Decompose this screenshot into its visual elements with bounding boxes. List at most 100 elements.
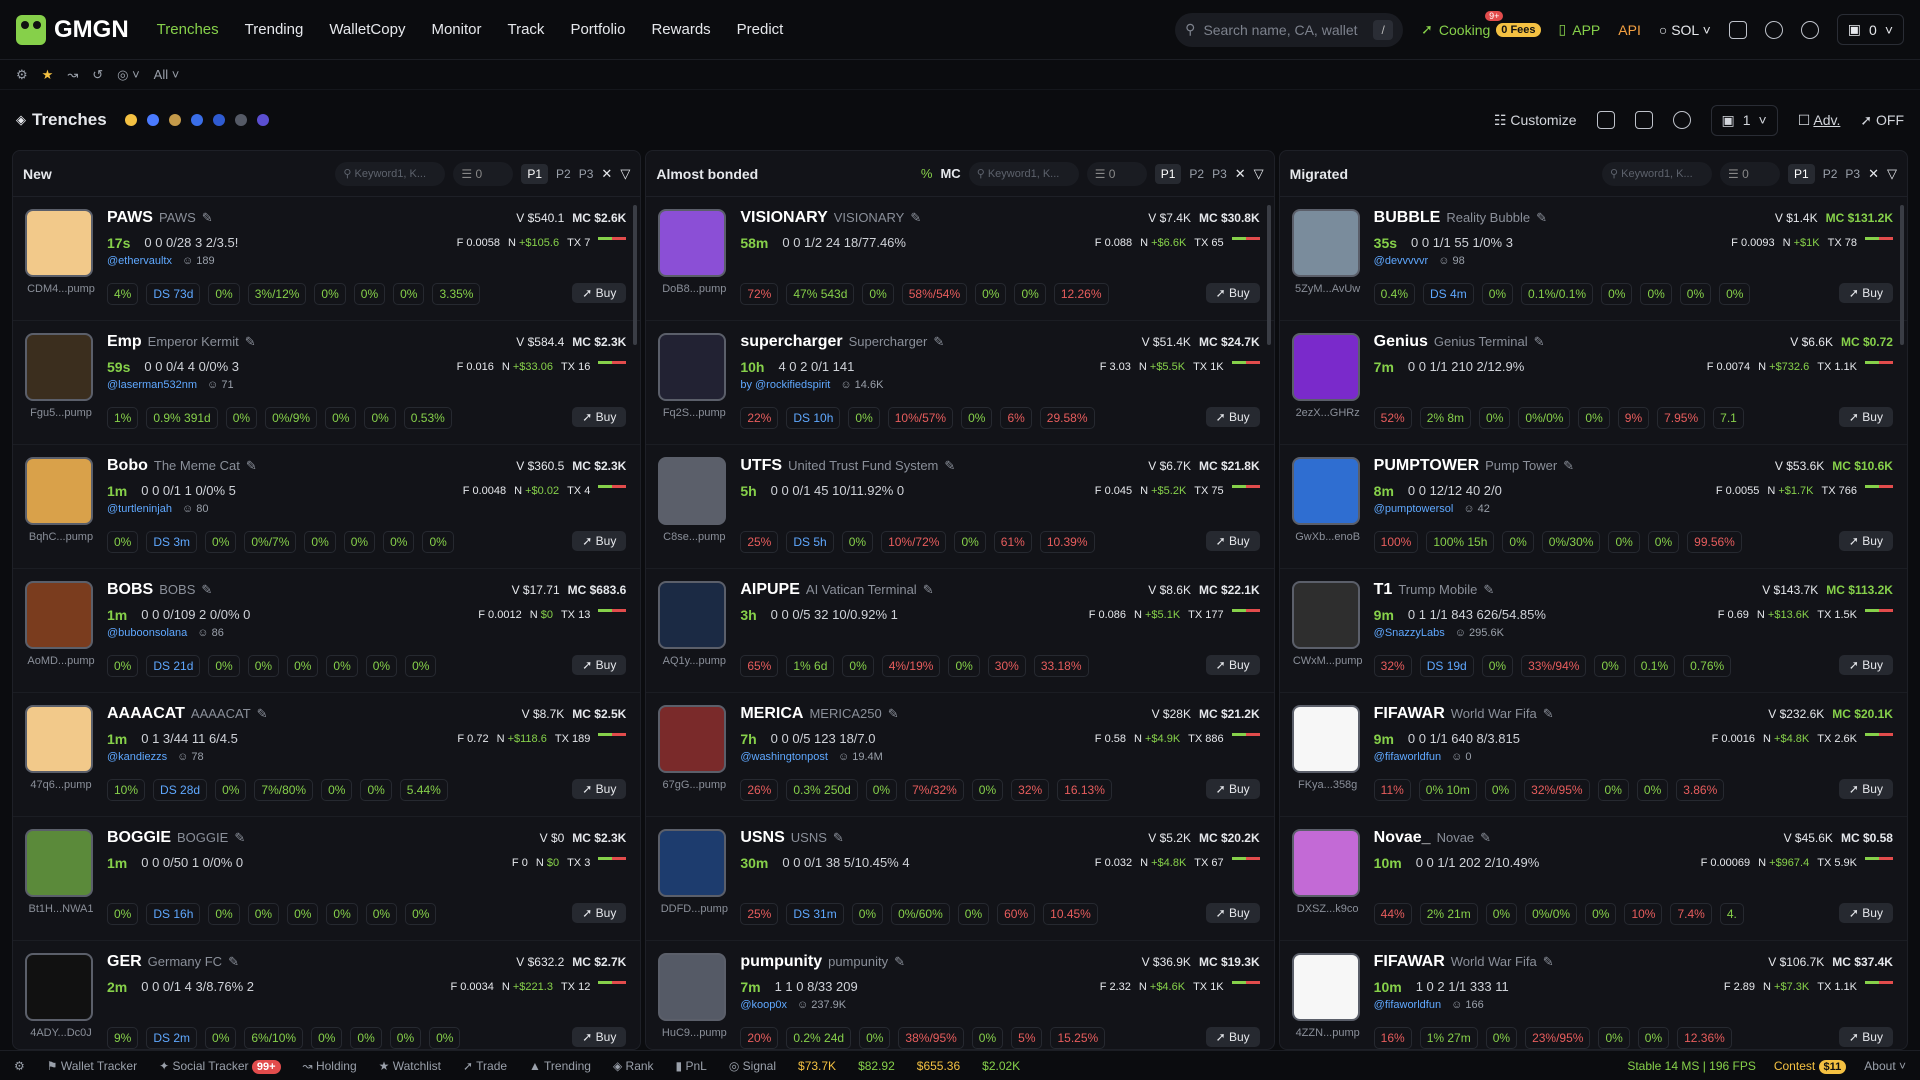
edit-icon[interactable]: ✎ <box>833 830 844 846</box>
token-card[interactable]: 4ZZN...pump FIFAWAR World War Fifa ✎ V $106.… <box>1280 941 1907 1049</box>
nav-item[interactable]: Trenches <box>157 21 219 38</box>
token-avatar[interactable] <box>1291 333 1360 401</box>
token-avatar[interactable] <box>658 457 727 525</box>
contract-address[interactable]: DDFD...pump <box>656 903 732 915</box>
edit-icon[interactable]: ✎ <box>257 706 268 722</box>
preset-p1[interactable]: P1 <box>1788 163 1815 184</box>
token-avatar[interactable] <box>658 581 727 649</box>
twitter-handle[interactable]: @laserman532nm <box>107 379 197 391</box>
search-input[interactable]: ⚲ Search name, CA, wallet / <box>1175 12 1404 47</box>
layout-icon[interactable] <box>1596 111 1615 129</box>
token-card[interactable]: 5ZyM...AvUw BUBBLE Reality Bubble ✎ V $1.4K M… <box>1279 197 1907 321</box>
token-avatar[interactable] <box>1291 457 1360 525</box>
token-card[interactable]: DoB8...pump VISIONARY VISIONARY ✎ V $7.4K MC … <box>646 197 1274 321</box>
buy-button[interactable]: ➚ Buy <box>1838 407 1893 427</box>
contract-address[interactable]: 5ZyM...AvUw <box>1290 283 1366 295</box>
buy-button[interactable]: ➚ Buy <box>572 903 627 923</box>
token-card[interactable]: C8se...pump UTFS United Trust Fund System ✎… <box>646 445 1274 569</box>
twitter-handle[interactable]: @pumptowersol <box>1374 503 1454 515</box>
mute-icon[interactable]: ✕ <box>1868 166 1879 182</box>
buy-button[interactable]: ➚ Buy <box>1205 1027 1260 1047</box>
edit-icon[interactable]: ✎ <box>888 706 899 722</box>
nav-item[interactable]: Rewards <box>651 21 710 38</box>
settings-icon[interactable]: ⚙ <box>14 1059 25 1073</box>
edit-icon[interactable]: ✎ <box>246 458 257 474</box>
preset-p2[interactable]: P2 <box>1189 167 1204 181</box>
btc-price[interactable]: $73.7K <box>798 1059 836 1073</box>
contract-address[interactable]: CWxM...pump <box>1290 655 1366 667</box>
token-avatar[interactable] <box>1291 209 1360 277</box>
contest-link[interactable]: Contest $11 <box>1774 1059 1847 1074</box>
token-card[interactable]: AoMD...pump BOBS BOBS ✎ V $17.71 MC $683.6 1m 0… <box>13 569 641 693</box>
wallet-tracker-link[interactable]: ⚑ Wallet Tracker <box>47 1059 137 1073</box>
token-avatar[interactable] <box>25 829 93 897</box>
contract-address[interactable]: 4ADY...Dc0J <box>23 1027 99 1039</box>
buy-button[interactable]: ➚ Buy <box>1838 283 1893 303</box>
preset-p1[interactable]: P1 <box>521 163 549 184</box>
edit-icon[interactable]: ✎ <box>894 954 905 970</box>
preset-select[interactable]: ▣ 1 ˅ <box>1710 104 1778 136</box>
sort-pct[interactable]: % <box>921 166 933 181</box>
buy-button[interactable]: ➚ Buy <box>572 407 627 427</box>
sort-mc[interactable]: MC <box>940 166 960 181</box>
bell-icon[interactable] <box>1764 20 1783 39</box>
token-card[interactable]: Fgu5...pump Emp Emperor Kermit ✎ V $584.4 MC … <box>13 321 641 445</box>
platform-dot[interactable] <box>146 114 159 126</box>
api-button[interactable]: API <box>1618 22 1641 38</box>
twitter-handle[interactable]: by @rockifiedspirit <box>740 379 830 391</box>
gear-icon[interactable]: ⚙ <box>16 67 28 83</box>
contract-address[interactable]: 4ZZN...pump <box>1290 1027 1366 1039</box>
contract-address[interactable]: HuC9...pump <box>656 1027 732 1039</box>
nav-item[interactable]: WalletCopy <box>329 21 405 38</box>
scrollbar[interactable] <box>633 205 638 345</box>
gear-icon[interactable] <box>1800 20 1819 39</box>
preset-p2[interactable]: P2 <box>556 167 571 181</box>
twitter-handle[interactable]: @devvvvvr <box>1374 255 1429 267</box>
edit-icon[interactable]: ✎ <box>944 458 955 474</box>
token-card[interactable]: 2ezX...GHRz Genius Genius Terminal ✎ V $6.6K… <box>1279 321 1907 445</box>
contract-address[interactable]: 47q6...pump <box>23 779 99 791</box>
edit-icon[interactable]: ✎ <box>1543 706 1554 722</box>
twitter-handle[interactable]: @kandiezzs <box>107 751 167 763</box>
twitter-handle[interactable]: @buboonsolana <box>107 627 187 639</box>
preset-p2[interactable]: P2 <box>1823 167 1838 181</box>
signal-link[interactable]: ◎ Signal <box>729 1059 776 1073</box>
contract-address[interactable]: Fgu5...pump <box>23 407 99 419</box>
buy-button[interactable]: ➚ Buy <box>572 655 627 675</box>
token-avatar[interactable] <box>1291 829 1360 897</box>
nav-item[interactable]: Predict <box>737 21 784 38</box>
twitter-handle[interactable]: @SnazzyLabs <box>1374 627 1445 639</box>
buy-button[interactable]: ➚ Buy <box>1838 903 1893 923</box>
mute-icon[interactable]: ✕ <box>601 166 612 182</box>
buy-button[interactable]: ➚ Buy <box>1205 531 1260 551</box>
pnl-link[interactable]: ▮ PnL <box>676 1059 707 1073</box>
contract-address[interactable]: 67gG...pump <box>656 779 732 791</box>
scrollbar[interactable] <box>1899 205 1904 345</box>
platform-dot[interactable] <box>256 114 269 126</box>
token-avatar[interactable] <box>1291 581 1360 649</box>
token-card[interactable]: 67gG...pump MERICA MERICA250 ✎ V $28K MC $21.… <box>646 693 1274 817</box>
buy-button[interactable]: ➚ Buy <box>1205 283 1260 303</box>
sol-price[interactable]: $2.02K <box>982 1059 1020 1073</box>
keyword-input[interactable]: ⚲ Keyword1, K... <box>335 161 446 186</box>
contract-address[interactable]: AoMD...pump <box>23 655 99 667</box>
twitter-handle[interactable]: @koop0x <box>740 999 787 1011</box>
buy-button[interactable]: ➚ Buy <box>1205 903 1260 923</box>
token-card[interactable]: CDM4...pump PAWS PAWS ✎ V $540.1 MC $2.6K 17s 0… <box>13 197 641 321</box>
edit-icon[interactable]: ✎ <box>228 954 239 970</box>
buy-button[interactable]: ➚ Buy <box>1838 1027 1893 1047</box>
amount-input[interactable]: ☰ 0 <box>1720 161 1781 186</box>
edit-icon[interactable]: ✎ <box>1563 458 1574 474</box>
bookmark-icon[interactable] <box>1634 111 1653 129</box>
token-avatar[interactable] <box>1291 953 1360 1021</box>
customize-button[interactable]: ☷ Customize <box>1494 112 1577 129</box>
token-card[interactable]: CWxM...pump T1 Trump Mobile ✎ V $143.7K MC $1… <box>1279 569 1907 693</box>
buy-button[interactable]: ➚ Buy <box>1838 779 1893 799</box>
edit-icon[interactable]: ✎ <box>201 582 212 598</box>
twitter-handle[interactable]: @fifaworldfun <box>1374 751 1441 763</box>
edit-icon[interactable]: ✎ <box>245 334 256 350</box>
token-card[interactable]: DXSZ...k9co Novae_ Novae ✎ V $45.6K MC $0.58 1… <box>1279 817 1907 941</box>
contract-address[interactable]: FKya...358g <box>1290 779 1366 791</box>
buy-button[interactable]: ➚ Buy <box>572 779 627 799</box>
contract-address[interactable]: GwXb...enoB <box>1290 531 1366 543</box>
